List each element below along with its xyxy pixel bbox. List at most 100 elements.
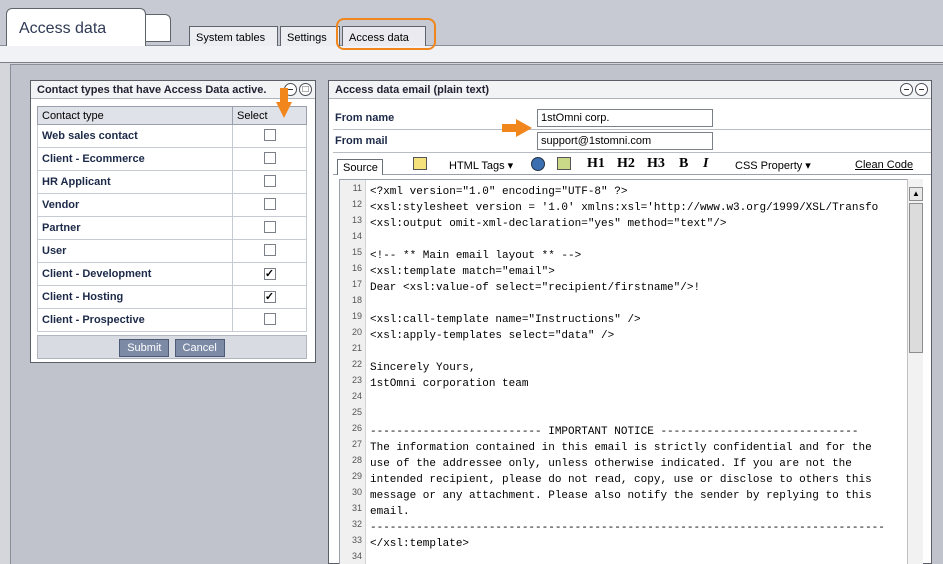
code-line: <!-- ** Main email layout ** --> (370, 250, 582, 262)
select-cell (232, 170, 307, 194)
line-number: 20 (351, 327, 362, 337)
select-checkbox[interactable] (263, 220, 276, 233)
code-line: Dear <xsl:value-of select="recipient/fir… (370, 282, 701, 294)
line-number: 18 (351, 295, 362, 305)
select-cell (232, 193, 307, 217)
table-row: Client - Development ✓ (37, 262, 307, 286)
image-icon[interactable] (557, 157, 571, 170)
collapse-icon[interactable]: – (900, 83, 913, 96)
line-number: 28 (351, 455, 362, 465)
html-tags-dropdown[interactable]: HTML Tags ▾ (449, 159, 513, 172)
table-row: Web sales contact (37, 124, 307, 148)
code-line: -------------------------- IMPORTANT NOT… (370, 426, 859, 438)
select-cell (232, 124, 307, 148)
code-line: intended recipient, please do not read, … (370, 474, 872, 486)
arrow-down-icon (276, 88, 292, 118)
cancel-button[interactable]: Cancel (174, 339, 225, 357)
table-row: User (37, 239, 307, 263)
tab-settings[interactable]: Settings (280, 26, 340, 46)
contact-type-label: Vendor (37, 193, 233, 217)
restore-icon[interactable]: – (915, 83, 928, 96)
select-checkbox[interactable]: ✓ (263, 268, 276, 280)
edit-icon[interactable] (413, 157, 427, 170)
italic-button[interactable]: I (703, 156, 708, 172)
line-number: 27 (351, 439, 362, 449)
contact-types-panel: Contact types that have Access Data acti… (30, 80, 316, 363)
line-number: 21 (351, 343, 362, 353)
from-mail-label: From mail (335, 135, 388, 147)
editor-scrollbar[interactable]: ▲ (907, 179, 923, 564)
column-header-select[interactable]: Select (232, 106, 307, 125)
select-checkbox[interactable] (263, 174, 276, 187)
tab-system-tables-label: System tables (196, 32, 266, 44)
line-number: 24 (351, 391, 362, 401)
table-row: Client - Ecommerce (37, 147, 307, 171)
source-tab[interactable]: Source (337, 159, 383, 175)
select-cell (232, 239, 307, 263)
code-line: <xsl:output omit-xml-declaration="yes" m… (370, 218, 727, 230)
main-tab-ear (145, 14, 171, 42)
code-line: message or any attachment. Please also n… (370, 490, 872, 502)
select-cell (232, 308, 307, 332)
from-name-input[interactable]: 1stOmni corp. (537, 109, 713, 127)
code-editor[interactable]: 11 12 13 14 15 16 17 18 19 20 21 22 23 24 25 26 27 28 29 30… (339, 179, 909, 564)
arrow-right-icon (502, 119, 532, 137)
bold-button[interactable]: B (679, 156, 688, 172)
tab-strip-bar (0, 46, 943, 63)
clean-code-link[interactable]: Clean Code (855, 159, 913, 171)
code-line: The information contained in this email … (370, 442, 872, 454)
line-number: 19 (351, 311, 362, 321)
line-number: 25 (351, 407, 362, 417)
code-line: email. (370, 506, 410, 518)
submit-button[interactable]: Submit (119, 339, 170, 357)
code-line: Sincerely Yours, (370, 362, 476, 374)
select-cell: ✓ (232, 285, 307, 309)
restore-icon[interactable]: □ (299, 83, 312, 96)
line-number: 32 (351, 519, 362, 529)
line-number: 14 (351, 231, 362, 241)
scroll-up-icon[interactable]: ▲ (909, 187, 923, 201)
table-row: Client - Prospective (37, 308, 307, 332)
globe-icon[interactable] (531, 157, 545, 171)
line-number: 11 (352, 183, 362, 193)
line-number: 22 (351, 359, 362, 369)
select-checkbox[interactable] (263, 243, 276, 256)
table-row: Partner (37, 216, 307, 240)
contact-type-label: Client - Prospective (37, 308, 233, 332)
css-property-dropdown[interactable]: CSS Property ▾ (735, 159, 811, 172)
table-row: Vendor (37, 193, 307, 217)
h3-button[interactable]: H3 (647, 156, 665, 172)
scroll-thumb[interactable] (909, 203, 923, 353)
select-checkbox[interactable] (263, 197, 276, 210)
contact-type-label: Web sales contact (37, 124, 233, 148)
line-number: 13 (351, 215, 362, 225)
contact-types-panel-header: Contact types that have Access Data acti… (31, 81, 315, 99)
line-number: 34 (351, 551, 362, 561)
code-line: <xsl:template match="email"> (370, 266, 555, 278)
contact-type-label: Client - Development (37, 262, 233, 286)
h1-button[interactable]: H1 (587, 156, 605, 172)
column-header-contact-type[interactable]: Contact type (37, 106, 233, 125)
contact-types-table: Contact type Select Web sales contact Cli… (37, 106, 307, 332)
from-name-label: From name (335, 112, 395, 124)
editor-toolbar: Source HTML Tags ▾ H1 H2 H3 B I CSS Prop… (333, 155, 931, 175)
select-checkbox[interactable] (263, 128, 276, 141)
contact-type-label: User (37, 239, 233, 263)
select-checkbox[interactable] (263, 312, 276, 325)
code-line: <xsl:stylesheet version = '1.0' xmlns:xs… (370, 202, 879, 214)
line-number: 31 (351, 503, 362, 513)
line-number: 23 (351, 375, 362, 385)
table-row: Client - Hosting ✓ (37, 285, 307, 309)
code-line: <xsl:call-template name="Instructions" /… (370, 314, 641, 326)
main-tab-access-data[interactable]: Access data (6, 8, 146, 46)
select-checkbox[interactable] (263, 151, 276, 164)
from-mail-input[interactable]: support@1stomni.com (537, 132, 713, 150)
code-line: <xsl:apply-templates select="data" /> (370, 330, 615, 342)
tab-system-tables[interactable]: System tables (189, 26, 278, 46)
select-checkbox[interactable]: ✓ (263, 291, 276, 303)
h2-button[interactable]: H2 (617, 156, 635, 172)
